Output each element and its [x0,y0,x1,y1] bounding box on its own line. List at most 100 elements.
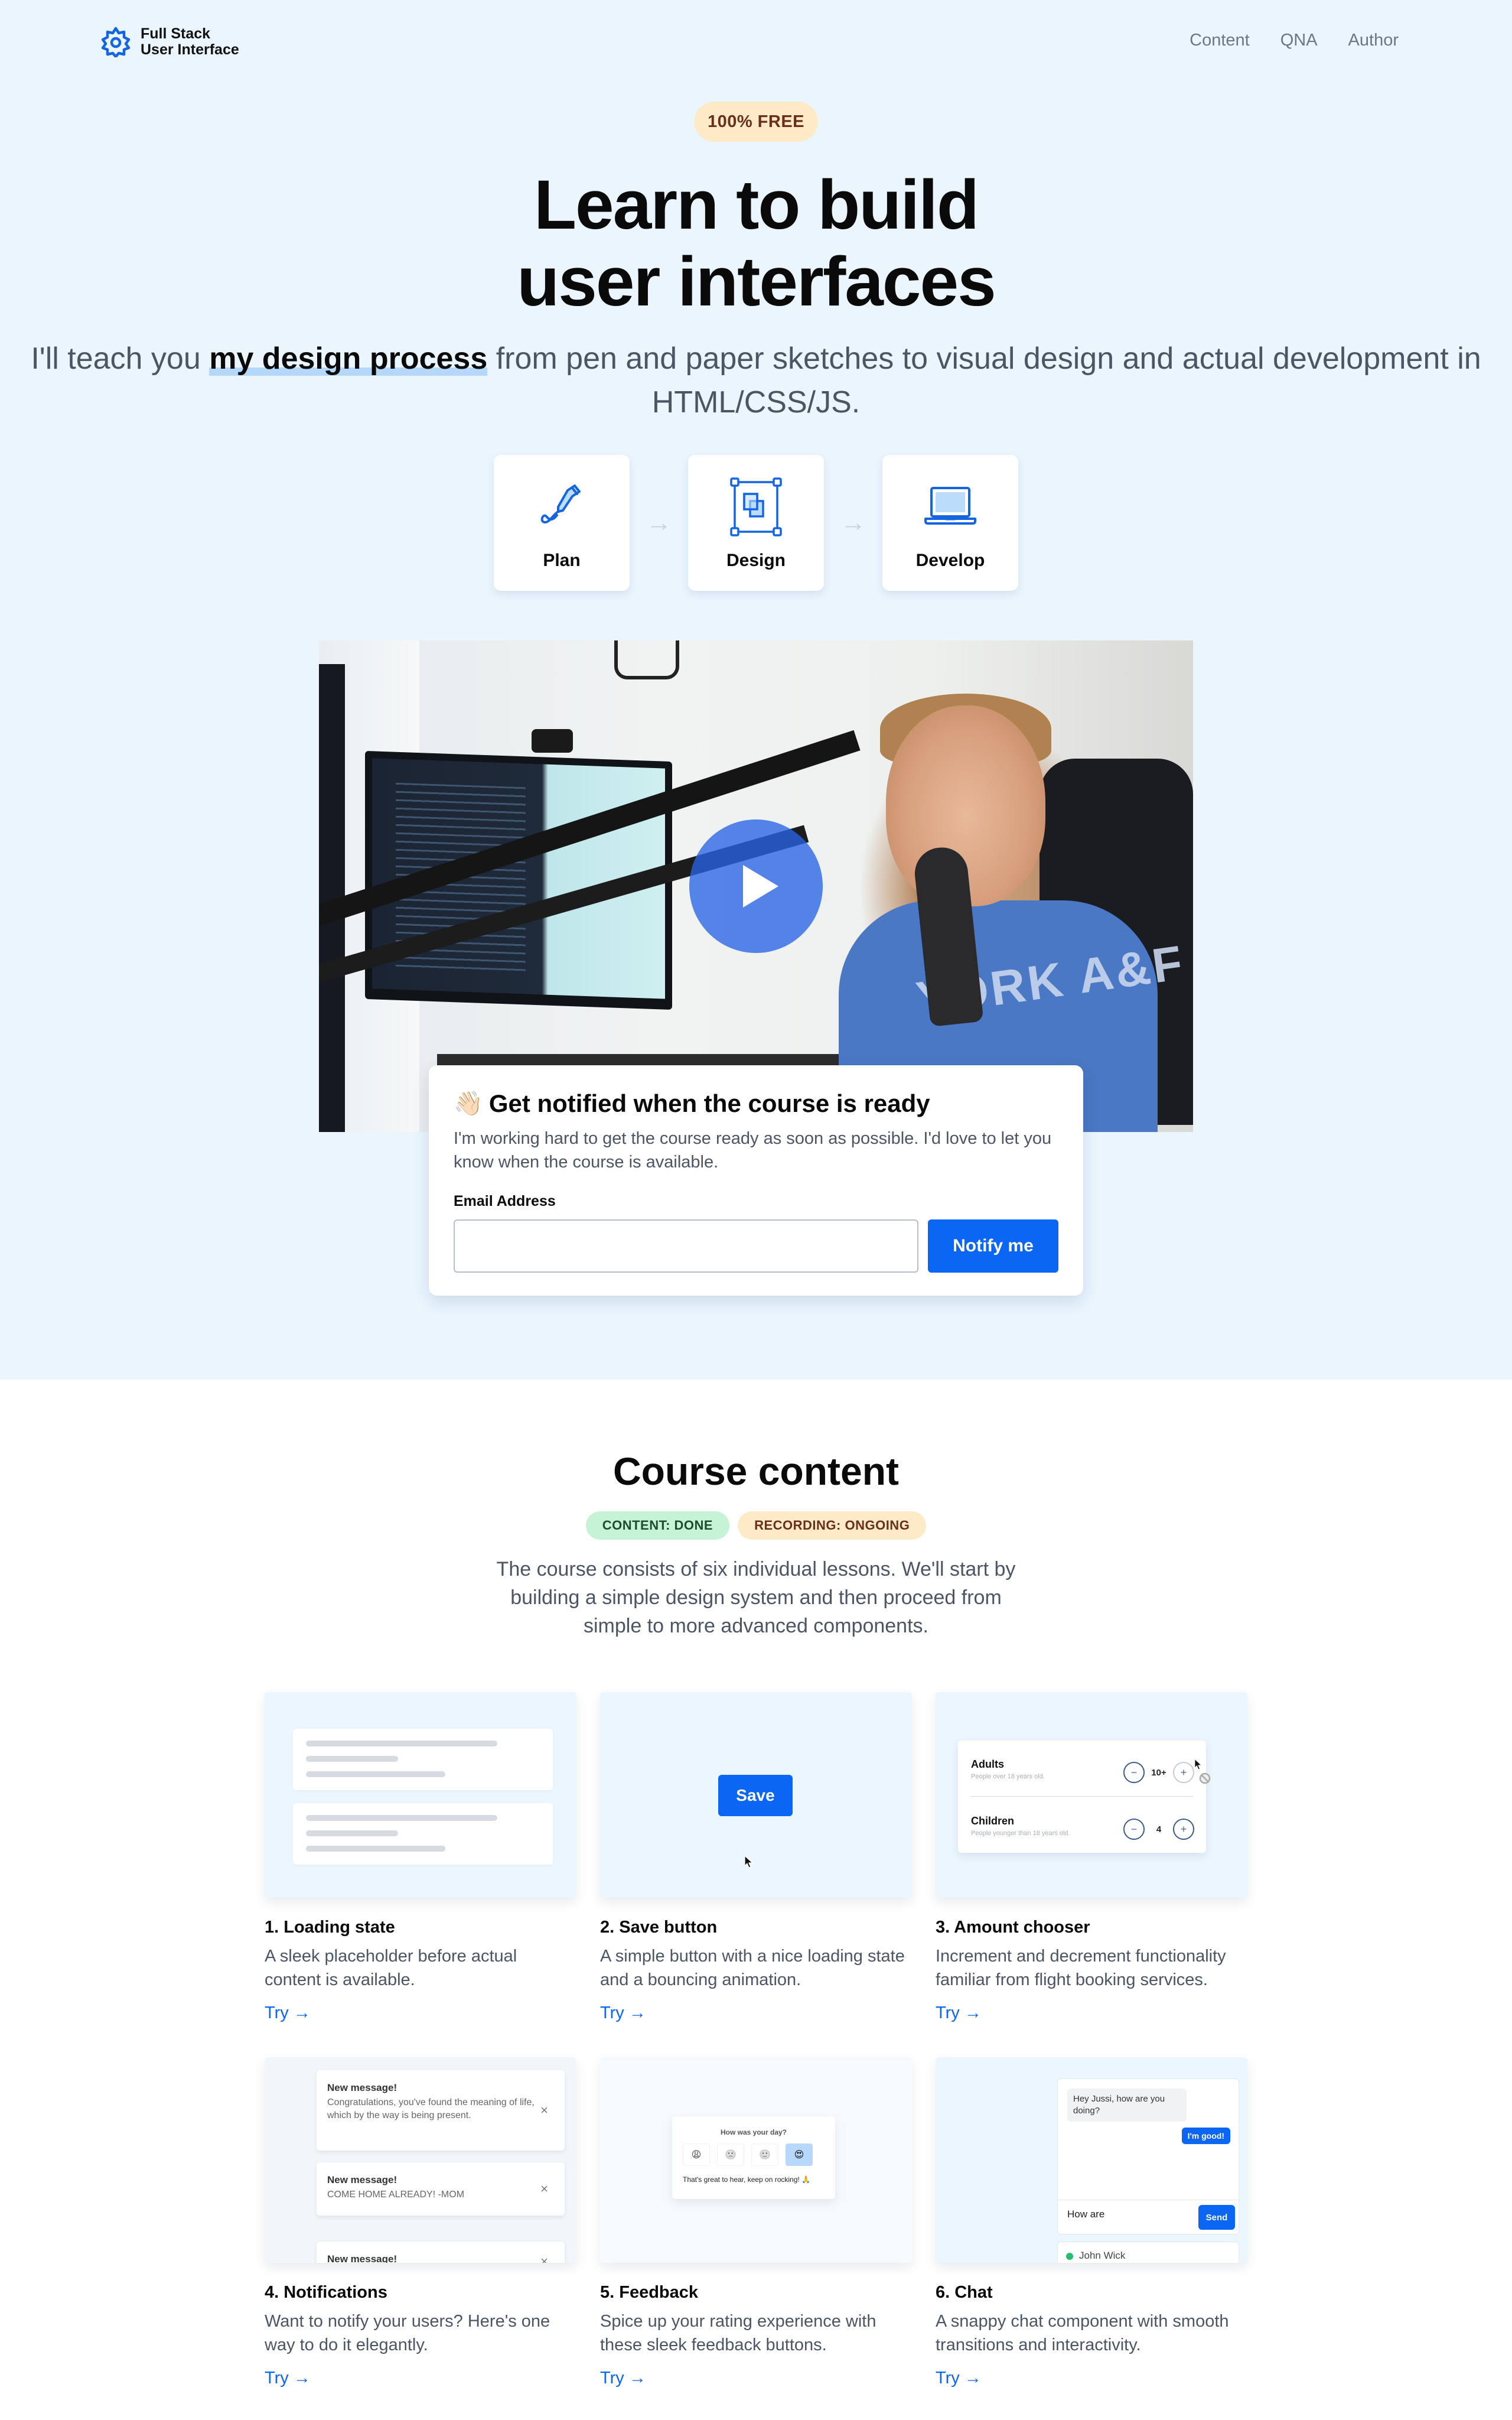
feedback-options: 😩 🙁 🙂 😍 [683,2143,813,2166]
notify-description: I'm working hard to get the course ready… [454,1129,1052,1172]
try-link[interactable]: Try → [936,2003,982,2023]
laptop-icon [924,487,976,525]
notify-title: 👋🏻 Get notified when the course is ready [454,1089,1058,1118]
notification-toast: New message! COME HOME ALREADY! -MOM × [317,2162,565,2216]
lesson-preview-amount-chooser[interactable]: Adults People over 18 years old. − 10+ +… [936,1692,1247,1898]
site-logo[interactable]: Full Stack User Interface [100,26,239,58]
lesson-card: 1. Loading state A sleek placeholder bef… [265,1692,576,2057]
nav-link-qna[interactable]: QNA [1280,31,1318,50]
play-icon [743,865,778,908]
course-description: The course consists of six individual le… [496,1558,1016,1637]
email-label: Email Address [454,1193,556,1209]
course-content-title: Course content [612,1449,900,1493]
lesson-description: A sleek placeholder before actual conten… [265,1947,517,1989]
demo-save-button[interactable]: Save [718,1775,793,1816]
feedback-option-awful[interactable]: 😩 [683,2143,710,2166]
nav-link-content[interactable]: Content [1190,31,1250,50]
lesson-description: Increment and decrement functionality fa… [936,1947,1226,1989]
step-develop[interactable]: Develop [882,455,1018,591]
pen-icon [540,484,581,523]
feedback-option-great[interactable]: 😍 [786,2143,813,2166]
skeleton-line [306,1815,497,1821]
step-label-develop: Develop [915,551,985,570]
close-icon[interactable]: × [540,2254,548,2263]
notification-title: New message! [327,2253,397,2263]
lesson-title: 5. Feedback [600,2283,699,2302]
notification-title: New message! [327,2082,397,2093]
feedback-message: That's great to hear, keep on rocking! 🙏 [683,2175,811,2184]
lesson-preview-feedback[interactable]: How was your day? 😩 🙁 🙂 😍 That's great t… [600,2057,912,2263]
lesson-card: Hey Jussi, how are you doing? I'm good! … [936,2057,1247,2420]
amount-stepper: − 4 + [1123,1819,1194,1840]
subtitle-highlight: my design process [209,341,488,376]
step-label-design: Design [726,551,786,570]
intro-video[interactable]: YORK A&F [319,640,1193,1132]
notify-me-button[interactable]: Notify me [927,1219,1058,1273]
notify-card: 👋🏻 Get notified when the course is ready… [429,1065,1083,1296]
notification-body: COME HOME ALREADY! -MOM [327,2190,465,2200]
chat-window: Hey Jussi, how are you doing? I'm good! … [1057,2079,1239,2234]
lesson-preview-notifications[interactable]: New message! Congratulations, you've fou… [265,2057,576,2263]
notification-toast: New message! Congratulations, you've fou… [317,2070,565,2151]
lesson-preview-loading-state[interactable] [265,1692,576,1898]
try-link[interactable]: Try → [265,2003,311,2023]
lesson-description: A simple button with a nice loading stat… [600,1947,905,1989]
feedback-question: How was your day? [720,2128,787,2136]
top-nav: Content QNA Author [1190,31,1399,50]
subtitle-before: I'll teach you [31,341,210,376]
contact-name: John Wick [1079,2250,1126,2261]
lesson-preview-save-button[interactable]: Save [600,1692,912,1898]
skeleton-line [306,1846,445,1852]
amount-row-adults: Adults People over 18 years old. − 10+ + [971,1758,1194,1794]
step-design[interactable]: Design [688,455,824,591]
chat-send-button[interactable]: Send [1198,2205,1235,2230]
arrow-right-icon: → [840,508,866,537]
skeleton-card [293,1729,553,1790]
email-input[interactable] [454,1219,918,1273]
mouse-cursor-icon [744,1855,754,1868]
hero-subtitle: I'll teach you my design process from pe… [0,337,1512,424]
decrement-button[interactable]: − [1123,1762,1145,1783]
increment-button[interactable]: + [1173,1762,1194,1783]
nav-link-author[interactable]: Author [1348,31,1399,50]
chat-contact[interactable]: John Wick [1057,2242,1239,2263]
feedback-card: How was your day? 😩 🙁 🙂 😍 That's great t… [672,2116,835,2199]
feedback-option-ok[interactable]: 🙂 [751,2143,778,2166]
email-form: Notify me [454,1219,1058,1273]
online-status-icon [1066,2253,1073,2260]
process-steps: Plan → Design → Develop [494,455,1018,591]
close-icon[interactable]: × [540,2103,548,2118]
notification-body: Congratulations, you've found the meanin… [327,2097,535,2120]
logo-line-2: User Interface [141,41,239,58]
amount-value: 4 [1156,1824,1162,1834]
amount-chooser-card: Adults People over 18 years old. − 10+ +… [958,1741,1211,1853]
close-icon[interactable]: × [540,2181,548,2197]
video-scene-ringlight [614,640,679,679]
lesson-card: Adults People over 18 years old. − 10+ +… [936,1692,1247,2057]
try-link[interactable]: Try → [936,2369,982,2388]
feedback-option-bad[interactable]: 🙁 [717,2143,744,2166]
chat-message-outgoing: I'm good! [1181,2128,1230,2144]
increment-button[interactable]: + [1173,1819,1194,1840]
hero-title-text: Learn to build user interfaces [517,166,996,321]
decrement-button[interactable]: − [1123,1819,1145,1840]
lesson-preview-chat[interactable]: Hey Jussi, how are you doing? I'm good! … [936,2057,1247,2263]
lesson-description: Spice up your rating experience with the… [600,2312,876,2354]
skeleton-card [293,1803,553,1865]
artboard-icon [730,477,782,536]
try-link[interactable]: Try → [265,2369,311,2388]
lesson-description: A snappy chat component with smooth tran… [936,2312,1229,2354]
lesson-description: Want to notify your users? Here's one wa… [265,2312,550,2354]
lesson-card: Save 2. Save button A simple button with… [600,1692,912,2057]
try-link[interactable]: Try → [600,2369,646,2388]
step-plan[interactable]: Plan [494,455,630,591]
play-button[interactable] [689,819,823,953]
try-link[interactable]: Try → [600,2003,646,2023]
amount-stepper: − 10+ + [1123,1762,1194,1783]
skeleton-line [306,1771,445,1777]
chat-input[interactable] [1067,2208,1174,2220]
amount-row-children: Children People younger than 18 years ol… [971,1815,1194,1850]
divider [971,1796,1193,1797]
not-allowed-icon [1199,1772,1211,1784]
atom-gear-icon [101,27,131,57]
